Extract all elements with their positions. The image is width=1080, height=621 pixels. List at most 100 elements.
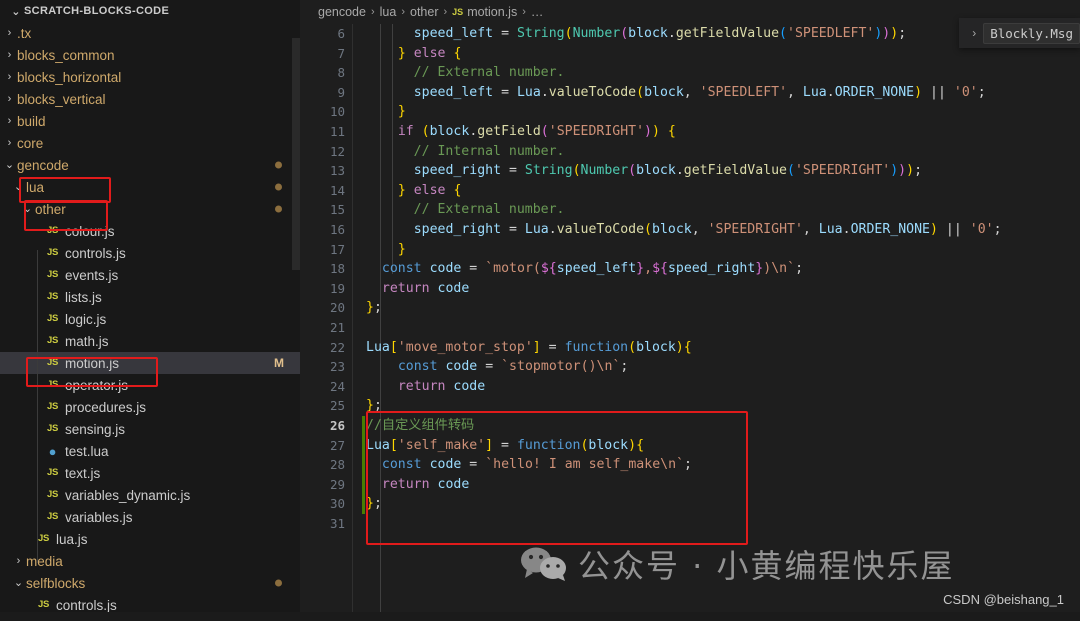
chevron-right-icon: › <box>16 554 21 567</box>
tree-folder-gencode[interactable]: ⌄ gencode <box>0 154 300 176</box>
line-number-29: 29 <box>329 476 345 492</box>
code-line-30[interactable]: 30}; <box>300 494 1080 514</box>
outline-sticky-chip[interactable]: › Blockly.Msg <box>959 18 1080 48</box>
tree-item-label: controls.js <box>56 597 117 613</box>
line-number-15: 15 <box>329 202 345 218</box>
chevron-down-icon: ⌄ <box>22 202 33 215</box>
tree-folder-blocks-horizontal[interactable]: › blocks_horizontal <box>0 66 300 88</box>
chevron-down-icon: ⌄ <box>13 576 24 589</box>
line-number-20: 20 <box>329 300 345 316</box>
tree-file-operator-js[interactable]: ›JSoperator.js <box>0 374 300 396</box>
tree-item-label: text.js <box>65 465 101 481</box>
code-line-8[interactable]: 8 // External number. <box>300 63 1080 83</box>
tree-file-events-js[interactable]: ›JSevents.js <box>0 264 300 286</box>
editor-pane: gencode › lua › other › JS motion.js › … › Blockl… <box>300 0 1080 621</box>
code-line-13[interactable]: 13 speed_right = String(Number(block.get… <box>300 161 1080 181</box>
code-line-15[interactable]: 15 // External number. <box>300 200 1080 220</box>
tree-folder-other[interactable]: ⌄ other <box>0 198 300 220</box>
tree-file-controls-js[interactable]: ›JScontrols.js <box>0 242 300 264</box>
code-line-28[interactable]: 28 const code = `hello! I am self_make\n… <box>300 455 1080 475</box>
tree-folder--tx[interactable]: › .tx <box>0 22 300 44</box>
code-line-23[interactable]: 23 const code = `stopmotor()\n`; <box>300 357 1080 377</box>
tree-folder-core[interactable]: › core <box>0 132 300 154</box>
js-file-icon: JS <box>452 7 464 17</box>
workspace-title: SCRATCH-BLOCKS-CODE <box>24 5 170 17</box>
tree-item-label: gencode <box>17 157 69 173</box>
code-line-18[interactable]: 18 const code = `motor(${speed_left},${s… <box>300 259 1080 279</box>
tree-file-sensing-js[interactable]: ›JSsensing.js <box>0 418 300 440</box>
explorer-root-header[interactable]: ⌄ SCRATCH-BLOCKS-CODE <box>0 0 300 22</box>
sidebar-scrollbar[interactable] <box>292 38 300 270</box>
code-line-26[interactable]: 26 //自定义组件转码 <box>300 416 1080 436</box>
tree-file-lists-js[interactable]: ›JSlists.js <box>0 286 300 308</box>
explorer-sidebar: ⌄ SCRATCH-BLOCKS-CODE › .tx › blocks_common… <box>0 0 300 621</box>
code-line-16[interactable]: 16 speed_right = Lua.valueToCode(block, … <box>300 220 1080 240</box>
code-line-31[interactable]: 31 <box>300 514 1080 534</box>
tree-item-label: blocks_vertical <box>17 91 106 107</box>
code-line-10[interactable]: 10 } <box>300 102 1080 122</box>
code-line-12[interactable]: 12 // Internal number. <box>300 142 1080 162</box>
tree-item-label: math.js <box>65 333 109 349</box>
code-line-29[interactable]: 29 return code <box>300 474 1080 495</box>
unsaved-dot-indicator <box>275 205 282 213</box>
code-line-22[interactable]: 22 Lua['move_motor_stop'] = function(bloc… <box>300 338 1080 358</box>
code-line-21[interactable]: 21 <box>300 318 1080 338</box>
tree-file-colour-js[interactable]: ›JS colour.js <box>0 220 300 242</box>
line-number-19: 19 <box>329 280 345 296</box>
tree-folder-blocks-vertical[interactable]: › blocks_vertical <box>0 88 300 110</box>
line-number-6: 6 <box>337 26 345 41</box>
tree-file-test-lua[interactable]: ›●test.lua <box>0 440 300 462</box>
breadcrumb-item-3[interactable]: motion.js <box>467 5 517 19</box>
code-line-11[interactable]: 11 if (block.getField('SPEEDRIGHT')) { <box>300 122 1080 142</box>
code-line-text: }; <box>366 496 382 512</box>
breadcrumb-item-4[interactable]: … <box>531 5 544 19</box>
tree-item-label: lua <box>26 179 45 195</box>
line-number-28: 28 <box>329 457 345 473</box>
line-number-24: 24 <box>329 378 345 394</box>
breadcrumb-item-0[interactable]: gencode <box>318 5 366 19</box>
breadcrumb-item-1[interactable]: lua <box>380 5 397 19</box>
breadcrumb-item-2[interactable]: other <box>410 5 439 19</box>
tree-item-label: variables_dynamic.js <box>65 487 191 503</box>
js-file-icon: JS <box>37 599 50 611</box>
line-number-8: 8 <box>337 65 345 81</box>
code-line-24[interactable]: 24 return code <box>300 377 1080 397</box>
code-line-17[interactable]: 17 } <box>300 240 1080 260</box>
tree-folder-lua[interactable]: ⌄ lua <box>0 176 300 198</box>
line-number-18: 18 <box>329 261 345 277</box>
code-line-19[interactable]: 19 return code <box>300 279 1080 299</box>
code-editor[interactable]: 6 speed_left = String(Number(block.getFi… <box>300 24 1080 621</box>
code-line-20[interactable]: 20}; <box>300 298 1080 318</box>
tree-item-label: lists.js <box>65 289 102 305</box>
tree-file-logic-js[interactable]: ›JSlogic.js <box>0 308 300 330</box>
chevron-right-icon: › <box>7 26 12 39</box>
gutter-modified-marker <box>362 494 365 514</box>
tree-folder-blocks-common[interactable]: › blocks_common <box>0 44 300 66</box>
js-file-icon: JS <box>46 401 59 413</box>
line-number-22: 22 <box>329 339 345 355</box>
code-line-25[interactable]: 25}; <box>300 396 1080 416</box>
tree-file-lua-js[interactable]: ›JSlua.js <box>0 528 300 550</box>
tree-file-math-js[interactable]: ›JSmath.js <box>0 330 300 352</box>
tree-file-variables-dynamic-js[interactable]: ›JSvariables_dynamic.js <box>0 484 300 506</box>
spacer: › <box>20 600 35 611</box>
tree-file-procedures-js[interactable]: ›JSprocedures.js <box>0 396 300 418</box>
code-line-27[interactable]: 27 Lua['self_make'] = function(block){ <box>300 435 1080 456</box>
code-line-text: }; <box>366 300 382 316</box>
tree-folder-selfblocks[interactable]: ⌄ selfblocks <box>0 572 300 594</box>
tree-file-motion-js[interactable]: ›JSmotion.jsM <box>0 352 300 374</box>
code-line-text: } <box>397 241 406 257</box>
line-number-12: 12 <box>329 143 345 159</box>
tree-item-label: core <box>17 135 44 151</box>
tree-folder-media[interactable]: › media <box>0 550 300 572</box>
code-line-14[interactable]: 14 } else { <box>300 181 1080 201</box>
unsaved-dot-indicator <box>275 183 282 191</box>
gutter-modified-marker <box>362 474 365 495</box>
tree-file-text-js[interactable]: ›JStext.js <box>0 462 300 484</box>
gutter-modified-marker <box>362 455 365 475</box>
spacer: › <box>20 534 35 545</box>
tree-file-variables-js[interactable]: ›JSvariables.js <box>0 506 300 528</box>
chevron-right-icon: › <box>7 48 12 61</box>
tree-folder-build[interactable]: › build <box>0 110 300 132</box>
code-line-9[interactable]: 9 speed_left = Lua.valueToCode(block, 'S… <box>300 83 1080 103</box>
